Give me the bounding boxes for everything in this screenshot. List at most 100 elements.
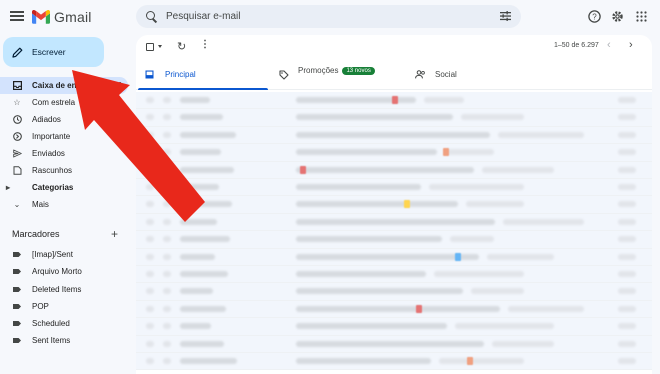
message-row[interactable] <box>136 161 652 179</box>
chevron-down-icon: ⌄ <box>13 200 21 209</box>
blurred-text <box>296 236 442 243</box>
message-row[interactable] <box>136 318 652 336</box>
blurred-text <box>146 131 154 138</box>
message-row[interactable] <box>136 213 652 232</box>
blurred-text <box>163 166 171 173</box>
compose-button[interactable]: Escrever <box>3 37 104 67</box>
sidebar-item-drafts[interactable]: Rascunhos <box>0 162 128 179</box>
label-tag-icon <box>13 304 21 309</box>
message-row[interactable] <box>136 92 652 110</box>
select-all-checkbox[interactable] <box>146 43 154 51</box>
blurred-text <box>146 305 154 312</box>
sidebar-item-important[interactable]: Importante <box>0 128 128 145</box>
blurred-text <box>450 236 494 243</box>
sidebar-label-item[interactable]: Arquivo Morto <box>0 263 128 280</box>
blurred-text <box>429 184 524 190</box>
search-bar[interactable] <box>136 5 521 28</box>
blurred-text <box>439 358 524 364</box>
message-row[interactable] <box>136 196 652 214</box>
sidebar-item-categories[interactable]: ▸ Categorias <box>0 179 128 196</box>
message-row[interactable] <box>136 179 652 197</box>
blurred-text <box>180 166 234 173</box>
blurred-text <box>618 218 636 225</box>
sidebar-label-item[interactable]: Scheduled <box>0 315 128 332</box>
sidebar-item-starred[interactable]: ☆ Com estrela <box>0 94 128 111</box>
blurred-text <box>618 271 636 277</box>
select-dropdown-icon[interactable] <box>158 45 162 48</box>
sidebar-item-label: Rascunhos <box>32 166 73 175</box>
label-name: Sent Items <box>32 336 71 345</box>
prev-page-icon[interactable]: ‹ <box>607 39 611 51</box>
refresh-icon[interactable]: ↻ <box>177 40 186 53</box>
search-icon[interactable] <box>146 10 158 23</box>
sidebar-item-more[interactable]: ⌄ Mais <box>0 196 128 213</box>
blurred-text <box>180 358 237 364</box>
sidebar-label-item[interactable]: Sent Items <box>0 332 128 349</box>
blurred-text <box>180 305 226 312</box>
tag-icon <box>279 69 289 80</box>
blurred-text <box>180 218 217 225</box>
blurred-text <box>180 149 221 156</box>
blurred-text <box>296 201 458 208</box>
message-row[interactable] <box>136 266 652 284</box>
blurred-text <box>618 236 636 243</box>
search-options-icon[interactable] <box>500 11 511 21</box>
message-row[interactable] <box>136 126 652 145</box>
mail-list-panel: ↻ ⋮ 1–50 de 6.297 ‹ › Principal Promoçõe… <box>136 35 652 374</box>
sidebar-label-item[interactable]: POP <box>0 298 128 315</box>
blurred-text <box>163 271 171 277</box>
sidebar-item-label: Com estrela <box>32 98 76 107</box>
gmail-logo[interactable]: Gmail <box>32 9 92 25</box>
sidebar-item-label: Adiados <box>32 115 61 124</box>
label-tag-icon <box>13 338 21 343</box>
blurred-text <box>163 323 171 330</box>
search-input[interactable] <box>166 11 496 22</box>
blurred-text <box>163 149 171 156</box>
sidebar-item-sent[interactable]: Enviados <box>0 145 128 162</box>
message-row[interactable] <box>136 300 652 319</box>
message-row[interactable] <box>136 144 652 162</box>
blurred-text <box>503 218 584 225</box>
blurred-text <box>146 253 154 260</box>
tab-primary[interactable]: Principal <box>145 59 196 90</box>
blurred-text <box>146 236 154 243</box>
sidebar-label-item[interactable]: [Imap]/Sent <box>0 246 128 263</box>
people-icon <box>415 70 425 79</box>
tab-social[interactable]: Social <box>415 59 457 90</box>
blurred-text <box>424 97 464 103</box>
blurred-text <box>146 149 154 156</box>
label-name: Deleted Items <box>32 285 82 294</box>
important-icon <box>12 132 22 142</box>
sidebar-item-inbox[interactable]: Caixa de entrada 381 <box>0 77 128 94</box>
blurred-text <box>180 114 223 121</box>
sidebar-label-item[interactable]: Deleted Items <box>0 281 128 298</box>
blurred-text <box>618 97 636 103</box>
message-row[interactable] <box>136 248 652 266</box>
tab-promotions[interactable]: Promoções 13 novos <box>279 59 375 90</box>
blurred-text <box>146 271 154 277</box>
logo-text: Gmail <box>54 9 92 25</box>
message-row[interactable] <box>136 283 652 301</box>
blurred-text <box>296 340 484 347</box>
label-name: POP <box>32 302 49 311</box>
more-options-icon[interactable]: ⋮ <box>200 39 210 50</box>
label-name: [Imap]/Sent <box>32 250 73 259</box>
main-menu-icon[interactable] <box>9 9 25 23</box>
blurred-text <box>296 271 426 277</box>
message-row[interactable] <box>136 335 652 353</box>
settings-gear-icon[interactable] <box>609 8 625 24</box>
label-name: Scheduled <box>32 319 70 328</box>
sidebar-item-snoozed[interactable]: Adiados <box>0 111 128 128</box>
attachment-thumbnail <box>404 200 410 209</box>
blurred-text <box>146 201 154 208</box>
blurred-text <box>296 166 474 173</box>
add-label-icon[interactable]: + <box>111 227 118 241</box>
message-row[interactable] <box>136 353 652 371</box>
next-page-icon[interactable]: › <box>629 39 633 51</box>
message-row[interactable] <box>136 109 652 127</box>
help-icon[interactable]: ? <box>586 8 602 24</box>
message-row[interactable] <box>136 231 652 249</box>
blurred-text <box>618 166 636 173</box>
apps-grid-icon[interactable] <box>633 8 649 24</box>
label-tag-icon <box>13 269 21 274</box>
